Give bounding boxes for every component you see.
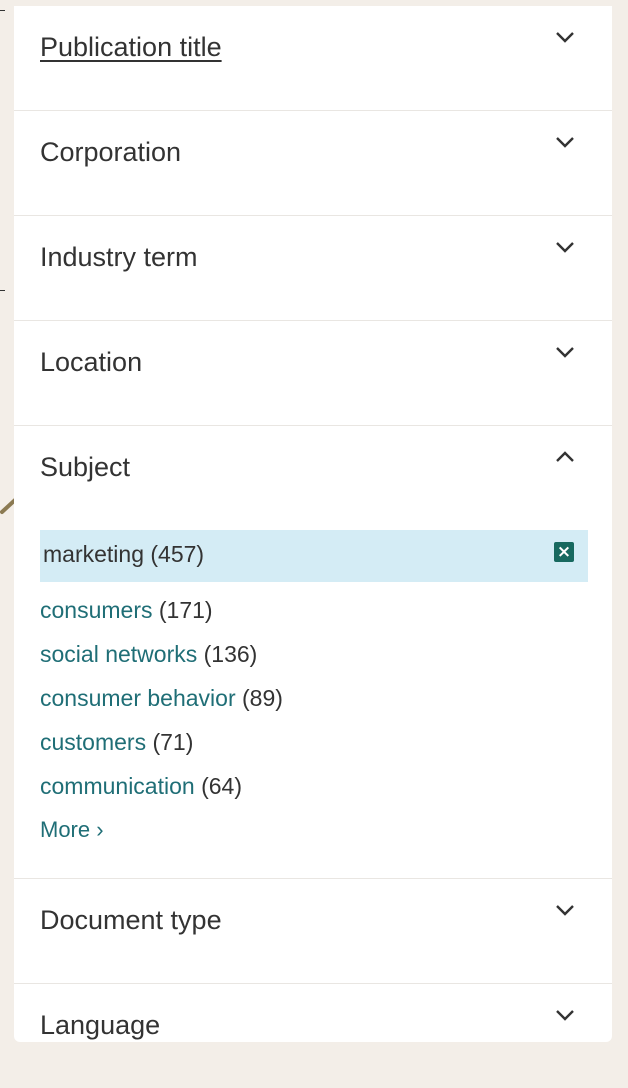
selected-filter-label: marketing (457) <box>43 541 205 567</box>
facet-title: Location <box>40 347 143 377</box>
facet-publication-title: Publication title <box>14 6 612 111</box>
facet-link[interactable]: communication <box>40 773 195 799</box>
facet-link[interactable]: consumers <box>40 597 152 623</box>
facet-publication-title-header[interactable]: Publication title <box>14 6 612 110</box>
facet-title: Language <box>40 1010 161 1040</box>
chevron-up-icon[interactable] <box>554 446 576 468</box>
facet-industry-term-header[interactable]: Industry term <box>14 216 612 320</box>
list-item: social networks (136) <box>40 632 612 676</box>
frame-edge-top <box>0 10 5 11</box>
facet-link[interactable]: consumer behavior <box>40 685 236 711</box>
chevron-down-icon[interactable] <box>554 131 576 153</box>
selected-filter-marketing: marketing (457) × <box>40 530 588 582</box>
facet-corporation-header[interactable]: Corporation <box>14 111 612 215</box>
facet-language-header[interactable]: Language <box>14 984 612 1088</box>
facet-industry-term: Industry term <box>14 216 612 321</box>
chevron-down-icon[interactable] <box>554 899 576 921</box>
facet-link[interactable]: social networks <box>40 641 197 667</box>
chevron-down-icon[interactable] <box>554 341 576 363</box>
chevron-down-icon[interactable] <box>554 236 576 258</box>
more-link[interactable]: More › <box>14 808 612 852</box>
facet-location: Location <box>14 321 612 426</box>
list-item: consumer behavior (89) <box>40 676 612 720</box>
facet-title: Subject <box>40 452 131 482</box>
subject-facet-list: consumers (171) social networks (136) co… <box>14 582 612 808</box>
frame-edge-bottom <box>0 290 5 291</box>
facet-subject-header[interactable]: Subject <box>14 426 612 530</box>
facet-corporation: Corporation <box>14 111 612 216</box>
list-item: communication (64) <box>40 764 612 808</box>
facet-subject: Subject marketing (457) × consumers (171… <box>14 426 612 879</box>
facet-title[interactable]: Publication title <box>40 32 222 63</box>
facet-count: (136) <box>203 641 258 667</box>
facet-panel: Publication title Corporation Industry t… <box>14 6 612 1042</box>
facet-location-header[interactable]: Location <box>14 321 612 425</box>
facet-count: (71) <box>152 729 194 755</box>
facet-count: (64) <box>201 773 242 799</box>
list-item: consumers (171) <box>40 588 612 632</box>
facet-count: (171) <box>158 597 213 623</box>
facet-document-type-header[interactable]: Document type <box>14 879 612 983</box>
facet-link[interactable]: customers <box>40 729 146 755</box>
facet-document-type: Document type <box>14 879 612 984</box>
facet-title: Document type <box>40 905 222 935</box>
facet-title: Industry term <box>40 242 198 272</box>
chevron-down-icon[interactable] <box>554 26 576 48</box>
facet-title: Corporation <box>40 137 182 167</box>
list-item: customers (71) <box>40 720 612 764</box>
close-icon[interactable]: × <box>554 542 574 562</box>
facet-language: Language <box>14 984 612 1088</box>
subject-facet-body: marketing (457) × consumers (171) social… <box>14 530 612 878</box>
facet-count: (89) <box>242 685 283 711</box>
chevron-down-icon[interactable] <box>554 1004 576 1026</box>
